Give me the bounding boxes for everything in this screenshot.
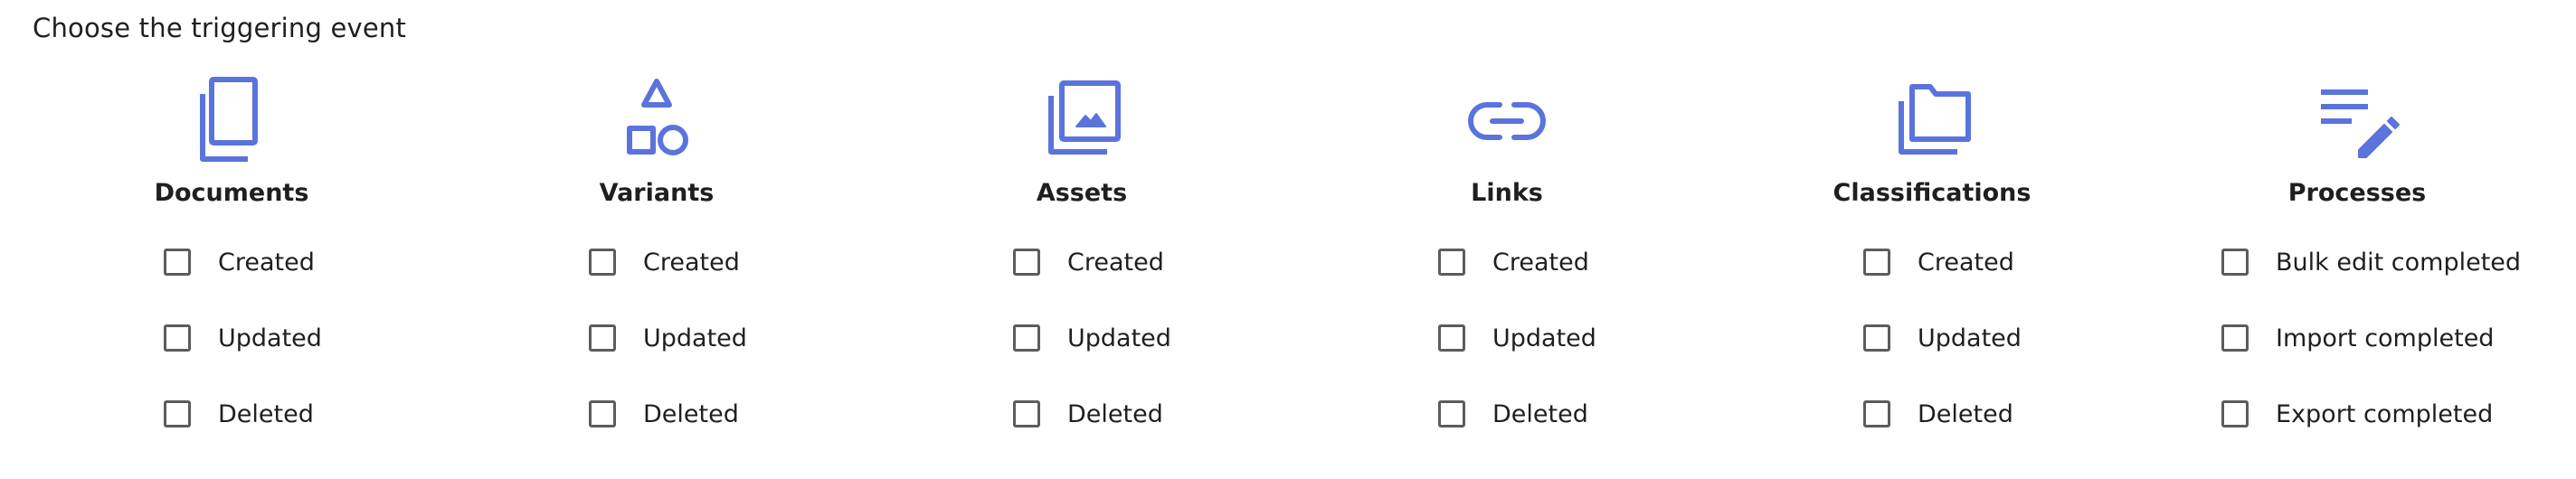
option-label: Created [643, 248, 740, 277]
column-assets: Assets Created Updated Deleted [869, 74, 1294, 428]
event-columns: Documents Created Updated Deleted Varian… [0, 0, 2576, 479]
checkbox[interactable] [164, 249, 191, 276]
option-variants-deleted[interactable]: Deleted [589, 394, 739, 434]
option-export-completed[interactable]: Export completed [2221, 394, 2493, 434]
option-label: Deleted [1918, 399, 2013, 428]
option-assets-created[interactable]: Created [1013, 242, 1164, 282]
checkbox[interactable] [1013, 400, 1040, 427]
column-processes: Processes Bulk edit completed Import com… [2145, 74, 2570, 428]
option-variants-updated[interactable]: Updated [589, 318, 747, 358]
option-variants-created[interactable]: Created [589, 242, 740, 282]
option-label: Created [218, 248, 315, 277]
documents-icon [185, 74, 279, 168]
column-classifications: Classifications Created Updated Deleted [1719, 74, 2145, 428]
option-classifications-deleted[interactable]: Deleted [1863, 394, 2013, 434]
option-label: Deleted [1067, 399, 1163, 428]
column-title: Variants [599, 179, 715, 207]
column-documents: Documents Created Updated Deleted [19, 74, 444, 428]
checkbox[interactable] [589, 249, 616, 276]
option-label: Updated [643, 324, 747, 352]
option-import-completed[interactable]: Import completed [2221, 318, 2494, 358]
link-icon [1460, 74, 1554, 168]
option-label: Updated [1918, 324, 2022, 352]
checkbox[interactable] [1013, 249, 1040, 276]
option-bulk-edit-completed[interactable]: Bulk edit completed [2221, 242, 2521, 282]
option-label: Updated [1067, 324, 1171, 352]
option-links-updated[interactable]: Updated [1438, 318, 1596, 358]
column-header: Variants [444, 74, 869, 207]
checkbox[interactable] [164, 400, 191, 427]
column-title: Documents [154, 179, 309, 207]
checkbox[interactable] [1438, 400, 1465, 427]
option-assets-updated[interactable]: Updated [1013, 318, 1171, 358]
option-links-created[interactable]: Created [1438, 242, 1589, 282]
checkbox[interactable] [1863, 400, 1890, 427]
checkbox[interactable] [2221, 400, 2249, 427]
column-links: Links Created Updated Deleted [1294, 74, 1719, 428]
checkbox[interactable] [1438, 324, 1465, 352]
option-documents-created[interactable]: Created [164, 242, 315, 282]
option-label: Created [1918, 248, 2014, 277]
checkbox[interactable] [2221, 324, 2249, 352]
option-label: Deleted [1492, 399, 1588, 428]
option-label: Import completed [2276, 324, 2495, 352]
column-title: Processes [2287, 179, 2427, 207]
checkbox[interactable] [1013, 324, 1040, 352]
column-header: Links [1294, 74, 1719, 207]
option-classifications-updated[interactable]: Updated [1863, 318, 2022, 358]
option-documents-updated[interactable]: Updated [164, 318, 322, 358]
option-label: Created [1492, 248, 1589, 277]
column-header: Classifications [1719, 74, 2145, 207]
checkbox[interactable] [589, 400, 616, 427]
option-label: Deleted [643, 399, 739, 428]
option-label: Deleted [218, 399, 314, 428]
option-links-deleted[interactable]: Deleted [1438, 394, 1588, 434]
edit-list-icon [2310, 74, 2404, 168]
column-title: Links [1471, 179, 1543, 207]
column-header: Processes [2145, 74, 2570, 207]
checkbox[interactable] [1863, 324, 1890, 352]
option-label: Export completed [2276, 399, 2494, 428]
checkbox[interactable] [1438, 249, 1465, 276]
column-title: Classifications [1833, 179, 2031, 207]
folders-icon [1885, 74, 1979, 168]
option-classifications-created[interactable]: Created [1863, 242, 2014, 282]
option-label: Updated [218, 324, 322, 352]
column-header: Assets [869, 74, 1294, 207]
shapes-icon [610, 74, 704, 168]
image-icon [1035, 74, 1129, 168]
checkbox[interactable] [1863, 249, 1890, 276]
option-assets-deleted[interactable]: Deleted [1013, 394, 1163, 434]
option-documents-deleted[interactable]: Deleted [164, 394, 314, 434]
checkbox[interactable] [164, 324, 191, 352]
column-title: Assets [1036, 179, 1128, 207]
column-variants: Variants Created Updated Deleted [444, 74, 869, 428]
checkbox[interactable] [589, 324, 616, 352]
checkbox[interactable] [2221, 249, 2249, 276]
option-label: Created [1067, 248, 1164, 277]
option-label: Updated [1492, 324, 1596, 352]
option-label: Bulk edit completed [2276, 248, 2522, 277]
column-header: Documents [19, 74, 444, 207]
